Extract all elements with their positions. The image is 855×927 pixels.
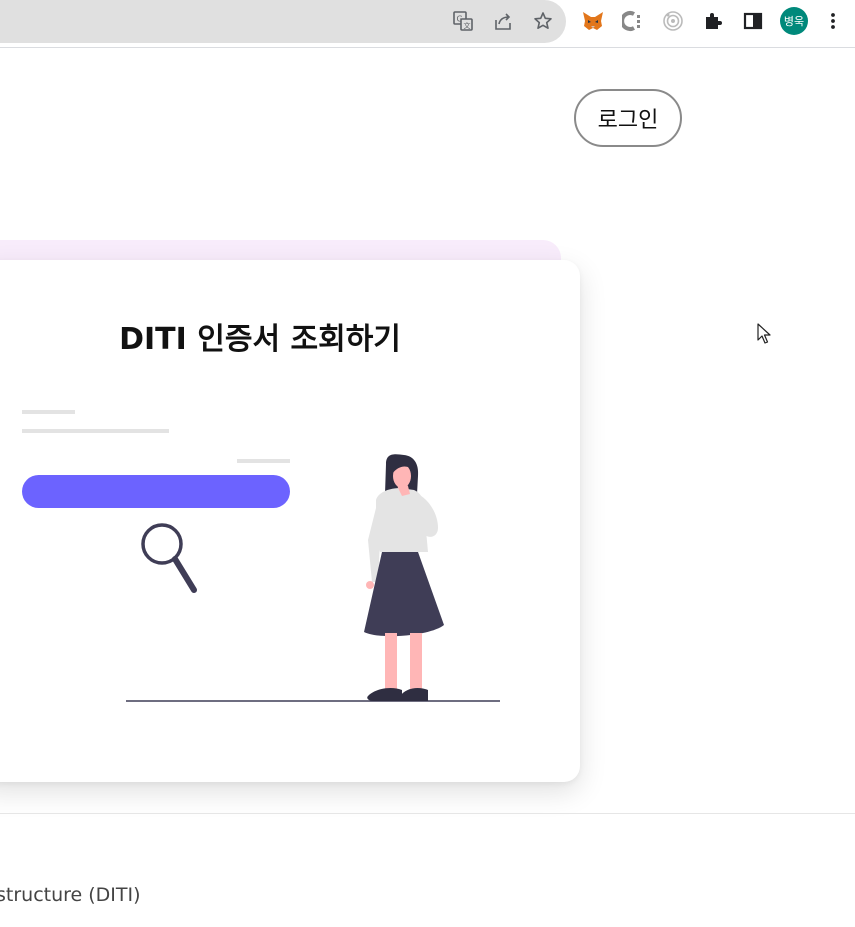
avatar[interactable]: 병욱 <box>780 7 808 35</box>
search-bar-graphic <box>22 475 290 508</box>
address-bar[interactable] <box>0 0 566 43</box>
woman-figure <box>364 454 444 701</box>
side-panel-icon[interactable] <box>742 10 764 32</box>
magnifier-icon <box>141 523 197 593</box>
search-woman-illustration <box>22 410 500 702</box>
footer-divider <box>0 813 855 814</box>
c-extension-icon[interactable] <box>622 10 644 32</box>
translate-icon[interactable]: G 文 <box>452 10 474 32</box>
metamask-fox-icon[interactable] <box>582 10 604 32</box>
placeholder-line <box>237 459 290 463</box>
svg-text:文: 文 <box>464 21 471 30</box>
bookmark-star-icon[interactable] <box>532 10 554 32</box>
browser-toolbar: G 文 병욱 <box>0 0 855 48</box>
placeholder-line <box>22 429 169 433</box>
mouse-cursor-icon <box>757 323 771 344</box>
placeholder-line <box>22 410 75 414</box>
menu-kebab-icon[interactable] <box>822 10 844 32</box>
target-extension-icon[interactable] <box>662 10 684 32</box>
footer-text: structure (DITI) <box>0 884 141 906</box>
login-button[interactable]: 로그인 <box>574 89 682 147</box>
share-icon[interactable] <box>492 10 514 32</box>
card-title: DITI 인증서 조회하기 <box>119 322 401 357</box>
extensions-puzzle-icon[interactable] <box>702 10 724 32</box>
